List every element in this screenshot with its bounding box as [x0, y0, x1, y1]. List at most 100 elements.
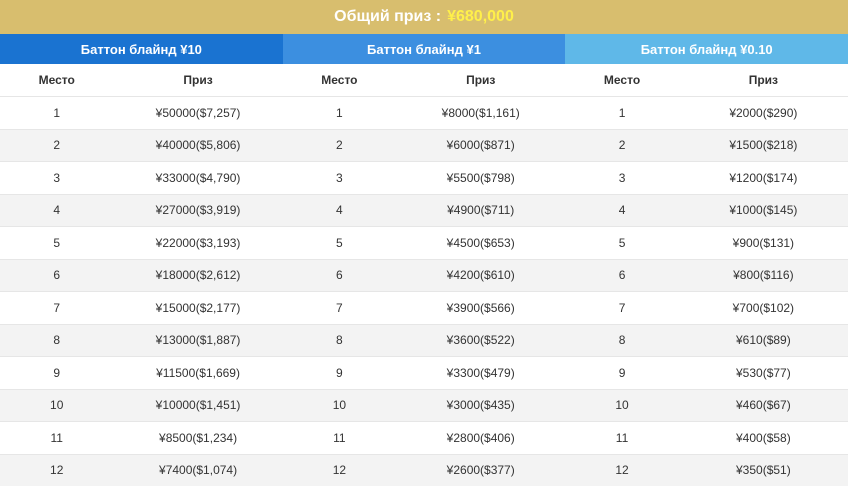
table-row: 9 ¥3300($479): [282, 356, 566, 389]
prize-cell: ¥1500($218): [678, 128, 848, 162]
table-row: 12 ¥7400($1,074): [0, 453, 283, 486]
table-row: 7 ¥15000($2,177): [0, 291, 283, 324]
prize-cell: ¥3000($435): [396, 388, 566, 422]
place-cell: 12: [282, 453, 397, 486]
prize-cell: ¥800($116): [678, 258, 848, 292]
place-cell: 1: [282, 96, 397, 129]
table-row: 7 ¥700($102): [565, 291, 848, 324]
table-row: 3 ¥1200($174): [565, 161, 848, 194]
prize-table-widget: Общий приз : ¥680,000 Баттон блайнд ¥10 …: [0, 0, 848, 486]
prize-cell: ¥10000($1,451): [113, 388, 283, 422]
place-cell: 3: [0, 161, 114, 194]
table-row: 6 ¥4200($610): [282, 258, 566, 292]
prize-cell: ¥2800($406): [396, 421, 566, 454]
prize-cell: ¥1200($174): [678, 161, 848, 194]
table-row: 1 ¥2000($290): [565, 96, 848, 129]
table-row: 10 ¥10000($1,451): [0, 388, 283, 422]
table-row: 6 ¥800($116): [565, 258, 848, 292]
place-cell: 11: [0, 421, 114, 454]
tab-blind-1[interactable]: Баттон блайнд ¥1: [282, 34, 566, 64]
prize-cell: ¥610($89): [678, 323, 848, 357]
prize-cell: ¥400($58): [678, 421, 848, 454]
prize-cell: ¥2000($290): [678, 96, 848, 129]
prize-table-blind-10: Место Приз 1 ¥50000($7,257) 2 ¥40000($5,806…: [0, 64, 283, 486]
place-cell: 12: [565, 453, 679, 486]
table-row: 5 ¥4500($653): [282, 226, 566, 259]
place-cell: 4: [0, 193, 114, 227]
place-cell: 1: [0, 96, 114, 129]
header-place: Место: [0, 64, 114, 97]
table-row: 7 ¥3900($566): [282, 291, 566, 324]
place-cell: 1: [565, 96, 679, 129]
place-cell: 9: [0, 356, 114, 389]
place-cell: 10: [282, 388, 397, 422]
table-row: 4 ¥4900($711): [282, 193, 566, 227]
prize-cell: ¥4900($711): [396, 193, 566, 227]
table-row: 6 ¥18000($2,612): [0, 258, 283, 292]
place-cell: 8: [282, 323, 397, 357]
prize-cell: ¥4200($610): [396, 258, 566, 292]
table-row: 11 ¥8500($1,234): [0, 421, 283, 454]
place-cell: 12: [0, 453, 114, 486]
total-prize-label: Общий приз :: [334, 8, 442, 25]
prize-table-blind-1: Место Приз 1 ¥8000($1,161) 2 ¥6000($871) 3 ¥5…: [282, 64, 566, 486]
prize-cell: ¥11500($1,669): [113, 356, 283, 389]
place-cell: 7: [0, 291, 114, 324]
place-cell: 3: [565, 161, 679, 194]
table-row: 2 ¥6000($871): [282, 128, 566, 162]
prize-cell: ¥50000($7,257): [113, 96, 283, 129]
prize-cell: ¥6000($871): [396, 128, 566, 162]
place-cell: 6: [565, 258, 679, 292]
table-row: 5 ¥900($131): [565, 226, 848, 259]
total-prize-banner: Общий приз : ¥680,000: [0, 0, 848, 34]
blind-tabs: Баттон блайнд ¥10 Баттон блайнд ¥1 Батто…: [0, 34, 848, 64]
place-cell: 7: [282, 291, 397, 324]
header-prize: Приз: [678, 64, 848, 97]
table-row: 2 ¥40000($5,806): [0, 128, 283, 162]
place-cell: 5: [565, 226, 679, 259]
table-row: 8 ¥610($89): [565, 323, 848, 357]
prize-cell: ¥18000($2,612): [113, 258, 283, 292]
table-row: 2 ¥1500($218): [565, 128, 848, 162]
prize-cell: ¥4500($653): [396, 226, 566, 259]
table-row: 9 ¥530($77): [565, 356, 848, 389]
prize-cell: ¥3600($522): [396, 323, 566, 357]
prize-cell: ¥900($131): [678, 226, 848, 259]
table-row: 1 ¥50000($7,257): [0, 96, 283, 129]
prize-cell: ¥350($51): [678, 453, 848, 486]
place-cell: 8: [0, 323, 114, 357]
prize-cell: ¥33000($4,790): [113, 161, 283, 194]
header-prize: Приз: [113, 64, 283, 97]
table-row: 12 ¥350($51): [565, 453, 848, 486]
prize-cell: ¥7400($1,074): [113, 453, 283, 486]
table-row: 8 ¥13000($1,887): [0, 323, 283, 357]
tab-blind-0-10[interactable]: Баттон блайнд ¥0.10: [565, 34, 848, 64]
table-row: 5 ¥22000($3,193): [0, 226, 283, 259]
place-cell: 9: [282, 356, 397, 389]
prize-cell: ¥5500($798): [396, 161, 566, 194]
prize-cell: ¥700($102): [678, 291, 848, 324]
place-cell: 6: [0, 258, 114, 292]
place-cell: 8: [565, 323, 679, 357]
table-row: 4 ¥27000($3,919): [0, 193, 283, 227]
place-cell: 10: [565, 388, 679, 422]
prize-tables: Место Приз 1 ¥50000($7,257) 2 ¥40000($5,806…: [0, 64, 848, 486]
table-row: 11 ¥400($58): [565, 421, 848, 454]
prize-cell: ¥530($77): [678, 356, 848, 389]
place-cell: 7: [565, 291, 679, 324]
prize-cell: ¥3900($566): [396, 291, 566, 324]
place-cell: 2: [282, 128, 397, 162]
prize-cell: ¥8000($1,161): [396, 96, 566, 129]
place-cell: 6: [282, 258, 397, 292]
table-row: 8 ¥3600($522): [282, 323, 566, 357]
place-cell: 10: [0, 388, 114, 422]
table-row: 11 ¥2800($406): [282, 421, 566, 454]
table-row: 1 ¥8000($1,161): [282, 96, 566, 129]
tab-blind-10[interactable]: Баттон блайнд ¥10: [0, 34, 283, 64]
prize-cell: ¥1000($145): [678, 193, 848, 227]
prize-cell: ¥2600($377): [396, 453, 566, 486]
place-cell: 2: [0, 128, 114, 162]
place-cell: 9: [565, 356, 679, 389]
place-cell: 3: [282, 161, 397, 194]
header-place: Место: [565, 64, 679, 97]
